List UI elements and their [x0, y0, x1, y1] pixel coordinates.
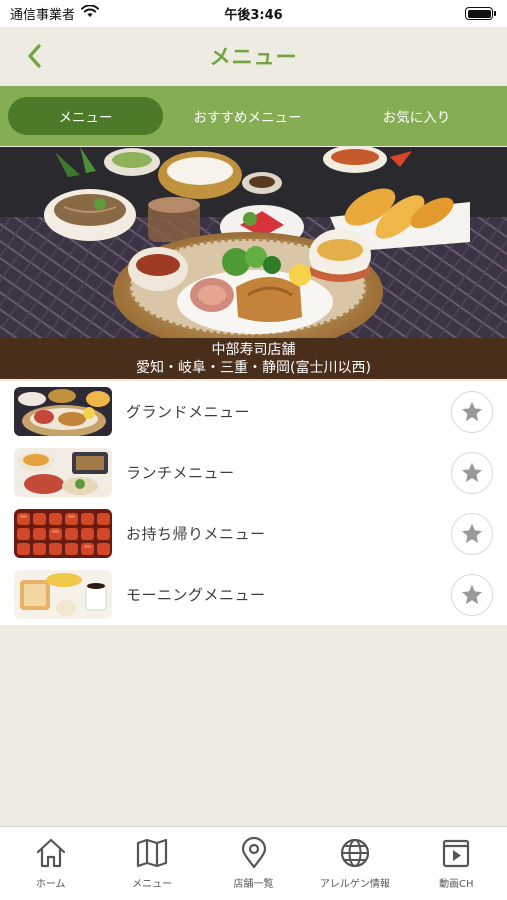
list-item-takeout-menu[interactable]: お持ち帰りメニュー	[0, 503, 507, 564]
set-meal-photo	[14, 387, 112, 436]
home-icon	[36, 838, 65, 868]
bottom-nav-menu[interactable]: メニュー	[101, 837, 202, 890]
bottom-nav-label: メニュー	[132, 879, 173, 890]
carrier-label: 通信事業者	[10, 8, 76, 23]
nav-bar: メニュー	[0, 27, 507, 85]
star-icon	[462, 462, 482, 482]
lunch-set-photo	[14, 448, 112, 497]
bottom-nav-video[interactable]: 動画CH	[406, 837, 507, 890]
wifi-icon	[81, 4, 100, 22]
takeout-sushi-photo	[14, 509, 112, 558]
bottom-nav-home[interactable]: ホーム	[0, 837, 101, 890]
tab-recommended[interactable]: おすすめメニュー	[163, 97, 332, 135]
star-icon	[462, 584, 482, 604]
tab-bar: メニュー おすすめメニュー お気に入り	[0, 86, 507, 146]
bottom-nav-allergen[interactable]: アレルゲン情報	[304, 837, 405, 890]
menu-list: グランドメニュー ランチメニュー お持ち帰りメニュー モーニングメニュー	[0, 381, 507, 625]
bottom-nav-stores[interactable]: 店舗一覧	[203, 837, 304, 890]
hero-banner[interactable]: 中部寿司店舗 愛知・岐阜・三重・静岡(富士川以西)	[0, 147, 507, 379]
map-book-icon	[137, 838, 168, 868]
hero-caption-area: 愛知・岐阜・三重・静岡(富士川以西)	[136, 359, 371, 376]
list-item-label: モーニングメニュー	[126, 586, 266, 604]
video-icon	[443, 839, 470, 868]
tab-favorites[interactable]: お気に入り	[332, 97, 501, 135]
favorite-button[interactable]	[451, 573, 493, 616]
hero-caption-title: 中部寿司店舗	[211, 341, 296, 358]
list-item-lunch-menu[interactable]: ランチメニュー	[0, 442, 507, 503]
battery-icon	[465, 7, 496, 20]
favorite-button[interactable]	[451, 390, 493, 433]
list-item-label: お持ち帰りメニュー	[126, 525, 266, 543]
toast-breakfast-photo	[14, 570, 112, 619]
bottom-nav-label: ホーム	[35, 879, 66, 890]
star-icon	[462, 523, 482, 543]
hero-caption: 中部寿司店舗 愛知・岐阜・三重・静岡(富士川以西)	[0, 338, 507, 379]
globe-icon	[340, 838, 370, 868]
status-bar: 通信事業者 午後3:46	[0, 0, 507, 27]
star-icon	[462, 401, 482, 421]
hero-food-photo	[0, 147, 507, 338]
list-item-label: グランドメニュー	[126, 403, 251, 421]
tab-menu[interactable]: メニュー	[8, 97, 163, 135]
favorite-button[interactable]	[451, 512, 493, 555]
list-item-grand-menu[interactable]: グランドメニュー	[0, 381, 507, 442]
bottom-nav-label: アレルゲン情報	[319, 879, 390, 890]
list-item-morning-menu[interactable]: モーニングメニュー	[0, 564, 507, 625]
bottom-nav-label: 動画CH	[439, 879, 474, 890]
list-item-label: ランチメニュー	[126, 464, 235, 482]
back-button[interactable]	[18, 39, 50, 73]
bottom-nav: ホーム メニュー 店舗一覧 アレルゲン情報 動画CH	[0, 826, 507, 900]
chevron-left-icon	[28, 44, 41, 68]
favorite-button[interactable]	[451, 451, 493, 494]
bottom-nav-label: 店舗一覧	[233, 879, 274, 890]
page-title: メニュー	[209, 45, 298, 69]
location-pin-icon	[241, 837, 266, 869]
